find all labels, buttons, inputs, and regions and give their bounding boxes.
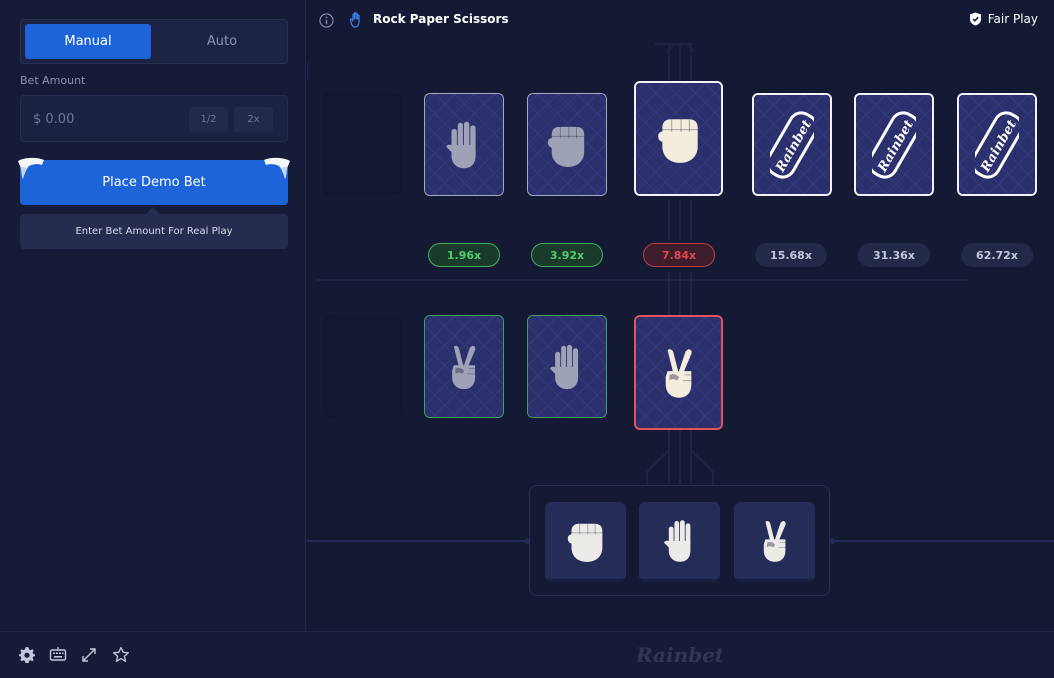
player-card [424,315,504,418]
bet-sidebar: Manual Auto Bet Amount 1/2 2x Place Demo… [0,0,306,631]
bet-amount-input[interactable] [33,108,183,130]
keyboard-icon[interactable] [49,646,67,664]
manual-tab[interactable]: Manual [25,24,151,59]
bet-amount-label: Bet Amount [20,74,86,87]
shield-check-icon [969,12,981,26]
real-play-tooltip: Enter Bet Amount For Real Play [20,214,288,249]
scissors-hand-icon [447,343,481,391]
multiplier-badge: 7.84x [643,243,715,267]
game-board: 1.96x 3.92x 7.84x 15.68x 31.36x 62.72x [307,40,1054,631]
multiplier-badge: 31.36x [858,243,930,267]
snow-cap-icon [18,157,44,179]
game-app: Rainbet Manual Auto Bet Amount 1/2 2x Pl… [0,0,1054,678]
dealer-card [424,93,504,196]
rainbet-logo-icon [975,107,1019,183]
snow-cap-icon [264,157,290,179]
footer-bar: Rainbet [0,631,1054,678]
rock-hand-icon [566,518,606,564]
star-icon[interactable] [112,646,130,664]
dealer-start-slot [323,93,401,195]
auto-tab[interactable]: Auto [159,24,285,59]
multiplier-badge: 62.72x [961,243,1033,267]
scissors-hand-icon [660,346,698,400]
rock-hand-icon [546,121,588,169]
mode-toggle: Manual Auto [20,19,288,64]
settings-icon[interactable] [18,646,36,664]
info-icon[interactable] [319,13,334,28]
paper-hand-icon [550,343,584,391]
rainbet-logo: Rainbet [638,643,722,667]
double-bet-button[interactable]: 2x [234,107,273,132]
multiplier-badge: 3.92x [531,243,603,267]
fair-play-label: Fair Play [987,12,1038,26]
player-card [527,315,607,418]
bet-amount-field: 1/2 2x [20,95,288,142]
tooltip-arrow [146,207,160,214]
scissors-hand-icon [759,518,791,564]
paper-hand-icon [664,518,696,564]
pick-paper-button[interactable] [639,502,720,582]
hand-picker [529,485,830,596]
game-header: Rock Paper Scissors Fair Play [307,0,1054,40]
game-title: Rock Paper Scissors [373,12,509,26]
dealer-card-hidden [854,93,934,196]
brand-text: Rainbet [638,643,722,667]
rainbet-logo-icon [770,107,814,183]
dealer-card [527,93,607,196]
multiplier-badge: 15.68x [755,243,827,267]
fair-play-button[interactable]: Fair Play [969,12,1038,26]
half-bet-button[interactable]: 1/2 [189,107,228,132]
hand-icon [350,12,360,28]
place-demo-bet-button[interactable]: Place Demo Bet [18,157,290,205]
player-card-current [634,315,723,430]
dealer-card-current [634,81,723,196]
multiplier-badge: 1.96x [428,243,500,267]
fullscreen-icon[interactable] [80,646,98,664]
player-start-slot [323,315,401,417]
pick-rock-button[interactable] [545,502,626,582]
place-demo-bet-label: Place Demo Bet [102,175,206,190]
rock-hand-icon [656,113,702,165]
dealer-card-hidden [957,93,1037,196]
rainbet-logo-icon [872,107,916,183]
dealer-card-hidden [752,93,832,196]
pick-scissors-button[interactable] [734,502,815,582]
paper-hand-icon [446,120,482,170]
